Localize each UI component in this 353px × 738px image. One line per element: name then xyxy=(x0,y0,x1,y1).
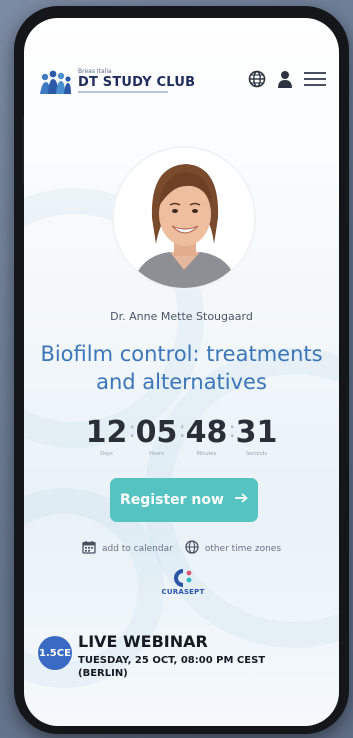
countdown-days-value: 12 xyxy=(85,415,128,450)
globe-icon[interactable] xyxy=(248,70,266,92)
logo-title[interactable]: DT STUDY CLUB xyxy=(78,75,195,90)
ce-credits-badge: 1.5CE xyxy=(38,636,72,670)
countdown-hours-value: 05 xyxy=(135,415,178,450)
countdown-seconds-value: 31 xyxy=(235,415,278,450)
countdown-minutes-label: Minutes xyxy=(196,451,217,457)
arrow-right-icon xyxy=(234,492,248,508)
countdown-seconds: 31 Seconds xyxy=(235,415,279,458)
add-to-calendar-link[interactable]: add to calendar xyxy=(82,540,173,557)
countdown-minutes-value: 48 xyxy=(185,415,228,450)
globe-icon xyxy=(185,540,199,557)
countdown-seconds-label: Seconds xyxy=(245,451,267,457)
site-header: Breas Italia DT STUDY CLUB xyxy=(38,64,328,104)
countdown-days-label: Days xyxy=(100,451,113,457)
header-icons xyxy=(248,70,326,92)
secondary-links: add to calendar other time zones xyxy=(24,540,339,557)
calendar-icon xyxy=(82,540,96,557)
sponsor-logo[interactable]: CURASEPT xyxy=(158,568,208,600)
countdown-hours-label: Hours xyxy=(149,451,164,457)
event-type: LIVE WEBINAR xyxy=(78,632,208,651)
register-now-button[interactable]: Register now xyxy=(110,478,258,522)
sponsor-name: CURASEPT xyxy=(161,588,205,596)
countdown-timer: 12 Days : 05 Hours : 48 Minutes : 31 Sec… xyxy=(24,415,339,458)
other-time-zones-label: other time zones xyxy=(204,543,282,554)
countdown-minutes: 48 Minutes xyxy=(185,415,229,458)
speaker-avatar xyxy=(114,148,254,288)
menu-icon[interactable] xyxy=(304,71,326,91)
other-time-zones-link[interactable]: other time zones xyxy=(185,540,281,557)
logo-brand-line: Breas Italia xyxy=(78,68,112,75)
event-datetime: TUESDAY, 25 OCT, 08:00 PM CEST (BERLIN) xyxy=(78,655,266,679)
register-now-label: Register now xyxy=(120,492,224,508)
user-icon[interactable] xyxy=(278,70,292,92)
speaker-name: Dr. Anne Mette Stougaard xyxy=(110,310,253,323)
logo-underline xyxy=(78,91,168,93)
add-to-calendar-label: add to calendar xyxy=(101,543,173,554)
club-logo-icon[interactable] xyxy=(38,68,72,96)
curasept-logo-icon xyxy=(174,569,192,587)
countdown-hours: 05 Hours xyxy=(135,415,179,458)
countdown-days: 12 Days xyxy=(85,415,129,458)
webinar-title: Biofilm control: treatments and alternat… xyxy=(40,342,323,394)
